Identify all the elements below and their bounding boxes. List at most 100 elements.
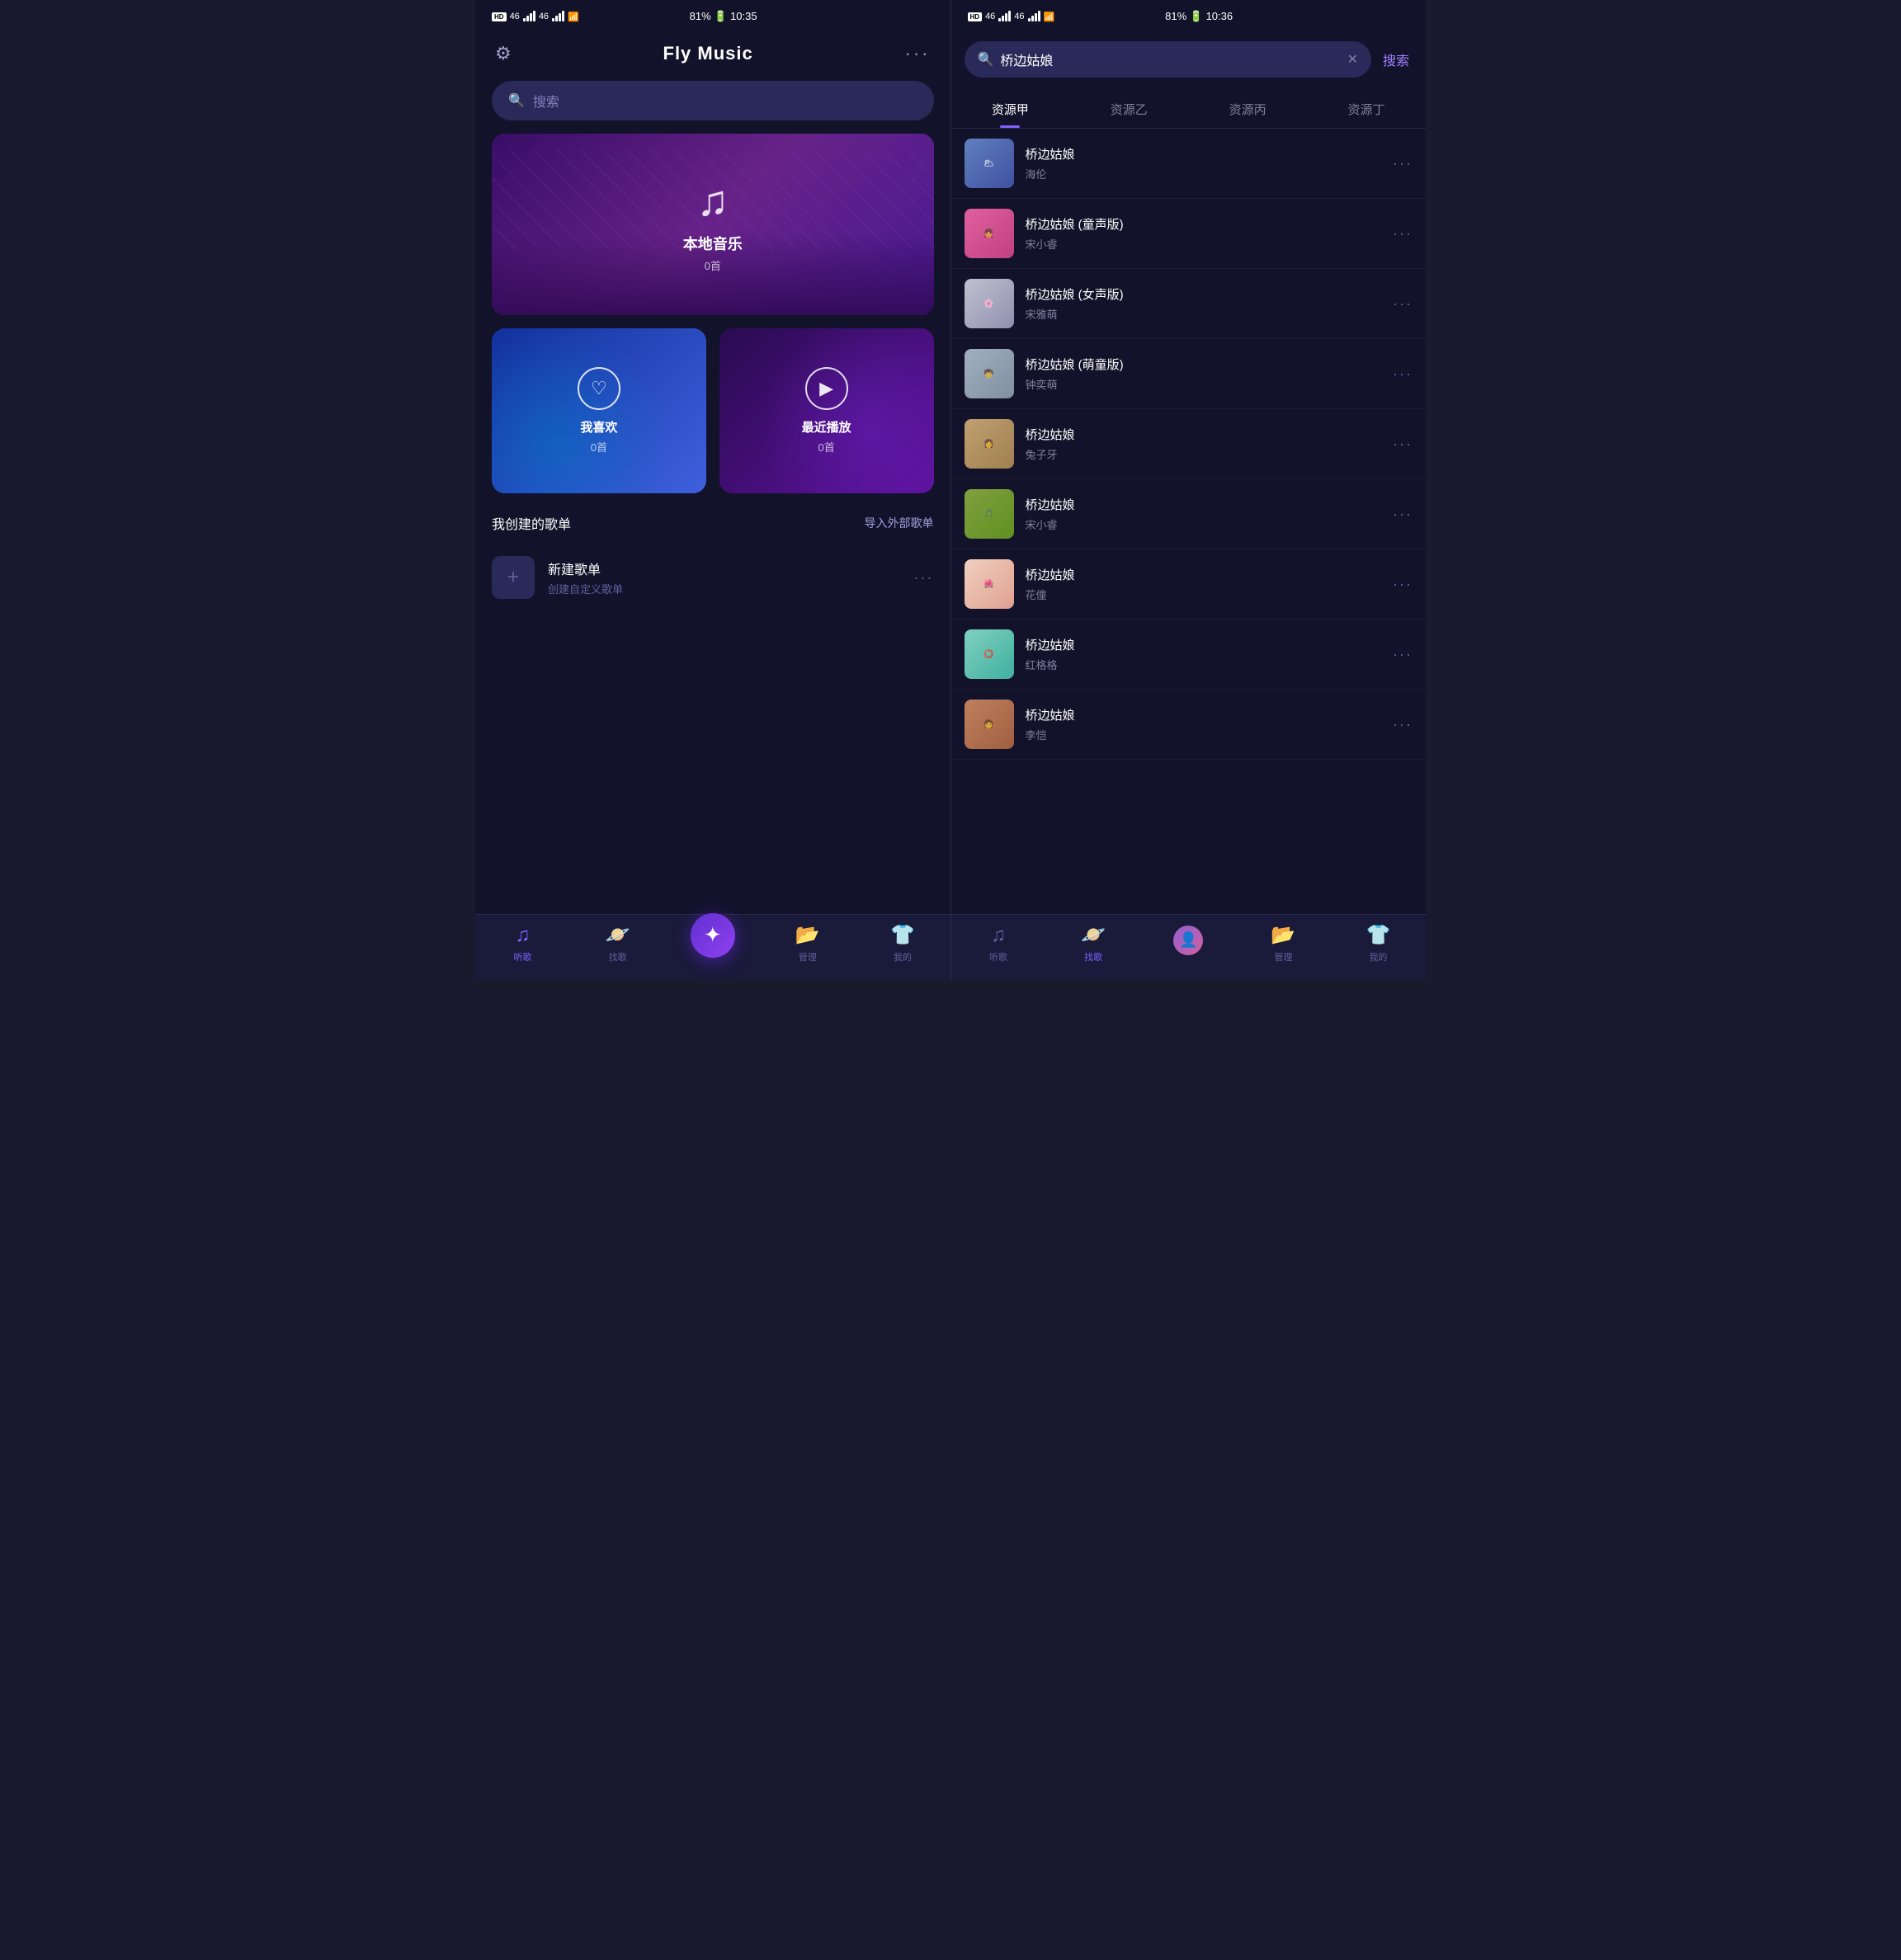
search-icon-right: 🔍 xyxy=(978,51,994,68)
listen-icon: ♫ xyxy=(516,924,531,947)
result-thumb-5: 👩 xyxy=(965,419,1014,469)
search-input-container[interactable]: 🔍 桥边姑娘 ✕ xyxy=(965,41,1371,78)
result-title-1: 桥边姑娘 xyxy=(1026,145,1382,163)
equalizer-icon[interactable]: ⚙ xyxy=(495,43,512,64)
search-icon: 🔍 xyxy=(508,92,525,109)
playlist-more-icon[interactable]: ··· xyxy=(914,569,934,587)
status-left: HD 46 46 📶 xyxy=(492,12,579,22)
mine-icon-left: 👕 xyxy=(890,923,915,947)
hd-badge: HD xyxy=(492,12,507,21)
user-avatar[interactable]: 👤 xyxy=(1173,926,1203,955)
nav-center-left[interactable]: ✦ xyxy=(665,930,760,958)
nav-find-left[interactable]: 🪐 找歌 xyxy=(570,923,665,964)
result-more-9[interactable]: ··· xyxy=(1393,716,1413,733)
center-logo-btn[interactable]: ✦ xyxy=(691,913,735,958)
nav-center-right[interactable]: 👤 xyxy=(1141,932,1236,955)
result-artist-4: 钟奕萌 xyxy=(1026,376,1382,392)
status-bar-right: HD 46 46 📶 81% 🔋 10:36 xyxy=(951,0,1427,33)
left-phone: HD 46 46 📶 81% 🔋 10:35 ⚙ Fly Music xyxy=(475,0,951,980)
hd-badge-right: HD xyxy=(968,12,983,21)
result-item-8[interactable]: ⭕ 桥边姑娘 红格格 ··· xyxy=(951,620,1427,690)
recent-card[interactable]: ▶ 最近播放 0首 xyxy=(719,328,934,493)
signal-bars xyxy=(523,12,535,21)
import-playlist-btn[interactable]: 导入外部歌单 xyxy=(865,515,934,531)
result-thumb-6: 🎵 xyxy=(965,489,1014,539)
result-title-3: 桥边姑娘 (女声版) xyxy=(1026,285,1382,303)
result-info-4: 桥边姑娘 (萌童版) 钟奕萌 xyxy=(1026,356,1382,392)
result-thumb-9: 🧑 xyxy=(965,700,1014,749)
battery-percent-left: 81% xyxy=(690,10,711,22)
nav-manage-right[interactable]: 📂 管理 xyxy=(1236,923,1331,964)
result-item-3[interactable]: 🌸 桥边姑娘 (女声版) 宋雅萌 ··· xyxy=(951,269,1427,339)
search-bar[interactable]: 🔍 搜索 xyxy=(492,81,934,120)
wifi-icon-right: 📶 xyxy=(1044,12,1055,22)
result-more-1[interactable]: ··· xyxy=(1393,155,1413,172)
app-title: Fly Music xyxy=(663,43,753,64)
nav-find-right[interactable]: 🪐 找歌 xyxy=(1046,923,1141,964)
new-playlist-item[interactable]: + 新建歌单 创建自定义歌单 ··· xyxy=(475,546,950,609)
tab-yi[interactable]: 资源乙 xyxy=(1069,92,1188,128)
signal-bars-right xyxy=(998,12,1011,21)
tab-bing[interactable]: 资源丙 xyxy=(1188,92,1307,128)
result-item-6[interactable]: 🎵 桥边姑娘 宋小睿 ··· xyxy=(951,479,1427,549)
tab-jia[interactable]: 资源甲 xyxy=(951,92,1070,128)
playlist-desc: 创建自定义歌单 xyxy=(548,581,901,596)
search-header-right: 🔍 桥边姑娘 ✕ 搜索 xyxy=(951,33,1427,86)
result-more-6[interactable]: ··· xyxy=(1393,506,1413,523)
favorites-title: 我喜欢 xyxy=(580,418,617,436)
tab-ding[interactable]: 资源丁 xyxy=(1307,92,1426,128)
manage-icon-right: 📂 xyxy=(1271,923,1295,947)
clear-search-btn[interactable]: ✕ xyxy=(1347,51,1358,68)
local-music-count: 0首 xyxy=(705,257,721,273)
result-more-4[interactable]: ··· xyxy=(1393,365,1413,383)
result-thumb-3: 🌸 xyxy=(965,279,1014,328)
listen-icon-right: ♫ xyxy=(991,924,1006,947)
status-bar-left: HD 46 46 📶 81% 🔋 10:35 xyxy=(475,0,950,33)
nav-listen-right[interactable]: ♫ 听歌 xyxy=(951,924,1046,964)
nav-mine-right[interactable]: 👕 我的 xyxy=(1331,923,1426,964)
result-title-6: 桥边姑娘 xyxy=(1026,496,1382,513)
signal-text2: 46 xyxy=(539,12,549,21)
result-artist-7: 花僮 xyxy=(1026,587,1382,602)
status-left-right: HD 46 46 📶 xyxy=(968,12,1055,22)
result-item-5[interactable]: 👩 桥边姑娘 兔子牙 ··· xyxy=(951,409,1427,479)
nav-manage-left[interactable]: 📂 管理 xyxy=(760,923,855,964)
result-item-2[interactable]: 👧 桥边姑娘 (童声版) 宋小睿 ··· xyxy=(951,199,1427,269)
nav-mine-left[interactable]: 👕 我的 xyxy=(855,923,950,964)
result-item-9[interactable]: 🧑 桥边姑娘 李恺 ··· xyxy=(951,690,1427,760)
result-info-9: 桥边姑娘 李恺 xyxy=(1026,706,1382,742)
playlist-section-header: 我创建的歌单 导入外部歌单 xyxy=(475,513,950,533)
result-artist-5: 兔子牙 xyxy=(1026,446,1382,462)
result-thumb-8: ⭕ xyxy=(965,629,1014,679)
result-title-5: 桥边姑娘 xyxy=(1026,426,1382,443)
result-more-2[interactable]: ··· xyxy=(1393,225,1413,243)
more-options-icon[interactable]: ··· xyxy=(905,43,931,64)
music-note-icon: ♫ xyxy=(696,177,729,226)
new-playlist-icon: + xyxy=(492,556,535,599)
result-more-3[interactable]: ··· xyxy=(1393,295,1413,313)
favorites-card[interactable]: ♡ 我喜欢 0首 xyxy=(492,328,706,493)
result-artist-6: 宋小睿 xyxy=(1026,516,1382,532)
result-more-7[interactable]: ··· xyxy=(1393,576,1413,593)
nav-listen-left[interactable]: ♫ 听歌 xyxy=(475,924,570,964)
result-more-5[interactable]: ··· xyxy=(1393,436,1413,453)
local-music-card[interactable]: ♫ 本地音乐 0首 xyxy=(492,134,934,315)
play-icon: ▶ xyxy=(805,367,848,410)
time-left: 10:35 xyxy=(730,10,757,22)
search-submit-btn[interactable]: 搜索 xyxy=(1380,49,1413,69)
result-info-8: 桥边姑娘 红格格 xyxy=(1026,636,1382,672)
result-thumb-7: 🌺 xyxy=(965,559,1014,609)
result-item-4[interactable]: 🧒 桥边姑娘 (萌童版) 钟奕萌 ··· xyxy=(951,339,1427,409)
manage-icon-left: 📂 xyxy=(795,923,820,947)
bottom-nav-right: ♫ 听歌 🪐 找歌 👤 📂 管理 👕 我的 xyxy=(951,914,1427,980)
result-more-8[interactable]: ··· xyxy=(1393,646,1413,663)
search-placeholder: 搜索 xyxy=(533,91,559,111)
result-item-1[interactable]: 🌥 桥边姑娘 海伦 ··· xyxy=(951,129,1427,199)
recent-card-content: ▶ 最近播放 0首 xyxy=(719,328,934,493)
status-center-left: 81% 🔋 10:35 xyxy=(690,10,757,23)
result-item-7[interactable]: 🌺 桥边姑娘 花僮 ··· xyxy=(951,549,1427,620)
bottom-nav-left: ♫ 听歌 🪐 找歌 ✦ 📂 管理 👕 我的 xyxy=(475,914,950,980)
right-phone: HD 46 46 📶 81% 🔋 10:36 🔍 xyxy=(951,0,1427,980)
manage-label-left: 管理 xyxy=(799,950,817,964)
local-music-title: 本地音乐 xyxy=(683,233,743,254)
